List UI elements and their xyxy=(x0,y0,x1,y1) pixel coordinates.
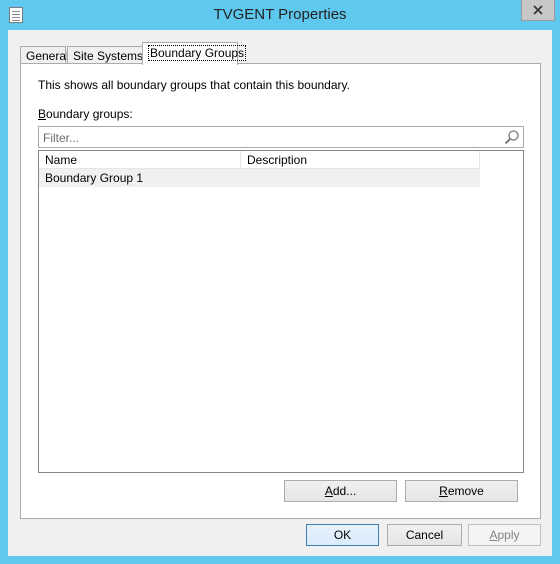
apply-button[interactable]: Apply xyxy=(468,524,541,546)
remove-button-accel: R xyxy=(439,484,448,498)
boundary-groups-label-text: oundary groups: xyxy=(46,107,133,121)
cancel-button[interactable]: Cancel xyxy=(387,524,462,546)
dialog-client-area: General Site Systems Boundary Groups Thi… xyxy=(8,30,552,556)
properties-window: TVGENT Properties General Site Systems B… xyxy=(0,0,560,564)
table-row[interactable]: Boundary Group 1 xyxy=(39,169,480,187)
cell-description xyxy=(241,169,480,187)
tab-general-label: General xyxy=(26,49,69,63)
search-icon[interactable] xyxy=(504,129,520,145)
add-button[interactable]: Add... xyxy=(284,480,397,502)
remove-button[interactable]: Remove xyxy=(405,480,518,502)
boundary-groups-list[interactable]: Name Description Boundary Group 1 xyxy=(38,150,524,473)
list-header: Name Description xyxy=(39,151,480,169)
boundary-groups-label-accel: B xyxy=(38,107,47,121)
close-button[interactable] xyxy=(521,0,555,21)
cell-name: Boundary Group 1 xyxy=(45,171,144,185)
title-bar[interactable]: TVGENT Properties xyxy=(0,0,560,30)
info-text: This shows all boundary groups that cont… xyxy=(38,78,350,92)
boundary-groups-panel: This shows all boundary groups that cont… xyxy=(20,63,541,519)
add-button-label: dd... xyxy=(332,484,357,498)
remove-button-label: emove xyxy=(447,484,484,498)
filter-input[interactable] xyxy=(43,130,483,145)
filter-box xyxy=(38,126,524,148)
apply-button-accel: A xyxy=(489,528,498,542)
ok-button[interactable]: OK xyxy=(306,524,379,546)
column-header-description[interactable]: Description xyxy=(241,151,480,169)
window-title: TVGENT Properties xyxy=(213,6,347,23)
column-header-name[interactable]: Name xyxy=(39,151,241,169)
tab-boundary-groups-label: Boundary Groups xyxy=(148,45,247,61)
apply-button-label: pply xyxy=(497,528,520,542)
close-icon xyxy=(533,5,543,15)
tab-site-systems-label: Site Systems xyxy=(73,49,144,63)
boundary-groups-label: Boundary groups: xyxy=(38,107,133,121)
tab-boundary-groups[interactable]: Boundary Groups xyxy=(142,42,247,65)
add-button-accel: A xyxy=(324,484,333,498)
